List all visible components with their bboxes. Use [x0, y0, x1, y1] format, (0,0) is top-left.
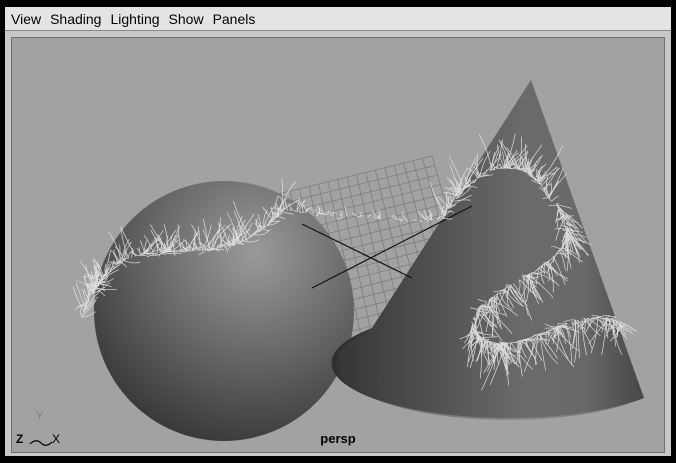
- camera-label: persp: [320, 431, 356, 446]
- cone-object: [331, 80, 644, 420]
- sphere-object: [94, 181, 354, 441]
- menu-lighting[interactable]: Lighting: [110, 9, 159, 29]
- scene-render: [72, 80, 644, 441]
- menu-view[interactable]: View: [11, 9, 41, 29]
- menu-show[interactable]: Show: [169, 9, 204, 29]
- model-panel: View Shading Lighting Show Panels Y Z X …: [4, 6, 672, 457]
- menu-panels[interactable]: Panels: [213, 9, 256, 29]
- axis-y-label: Y: [36, 410, 44, 422]
- maya-viewport-window: View Shading Lighting Show Panels Y Z X …: [0, 0, 676, 463]
- panel-menubar: View Shading Lighting Show Panels: [5, 7, 671, 31]
- perspective-viewport[interactable]: Y Z X persp: [11, 37, 665, 453]
- menu-shading[interactable]: Shading: [50, 9, 101, 29]
